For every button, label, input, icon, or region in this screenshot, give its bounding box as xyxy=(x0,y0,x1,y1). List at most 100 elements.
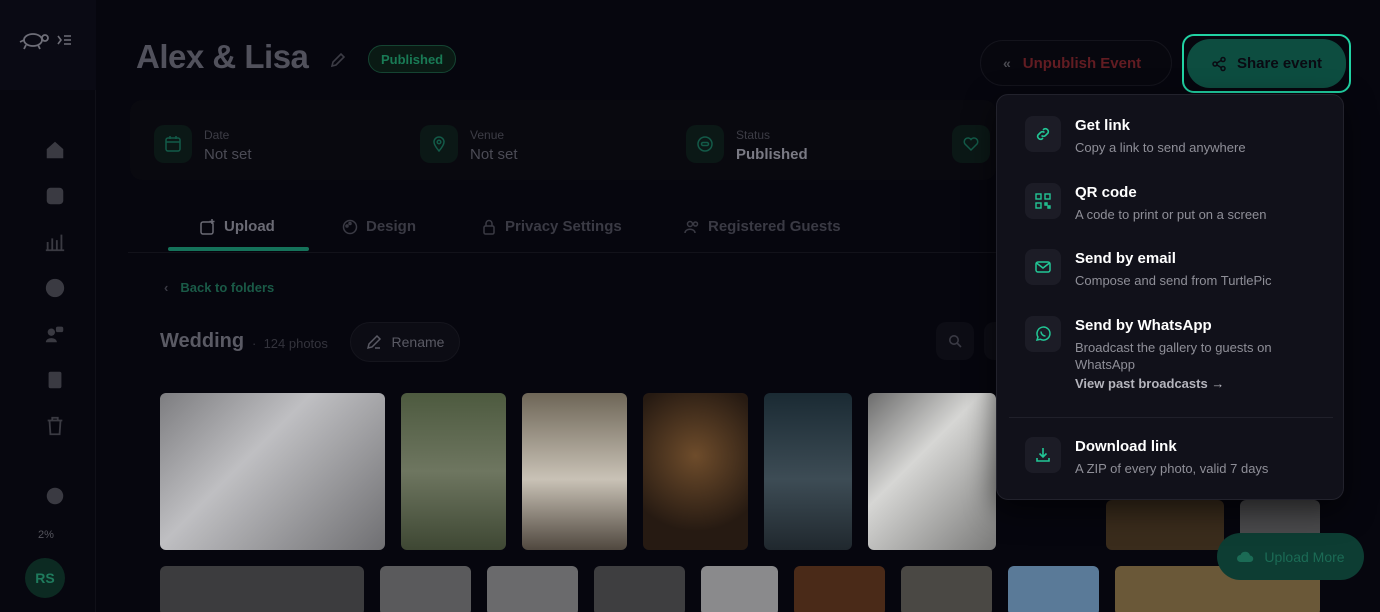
heart-icon xyxy=(952,125,990,163)
photo-thumbnail[interactable] xyxy=(160,393,385,550)
event-info-bar: Date Not set Venue Not set Status Publis… xyxy=(130,100,996,180)
palette-icon xyxy=(342,219,358,234)
info-venue[interactable]: Venue Not set xyxy=(420,125,518,163)
photo-count-text: 124 photos xyxy=(263,336,328,351)
whatsapp-icon xyxy=(1025,316,1061,352)
menu-item-title: Send by email xyxy=(1075,250,1176,267)
photo-thumbnail[interactable] xyxy=(701,566,778,612)
stats-icon[interactable] xyxy=(44,231,68,255)
folder-name: Wedding xyxy=(160,330,245,352)
share-menu: Get link Copy a link to send anywhere QR… xyxy=(996,94,1344,500)
share-event-label: Share event xyxy=(1236,55,1323,72)
share-menu-email[interactable]: Send by email Compose and send from Turt… xyxy=(1025,249,1305,289)
photo-thumbnail[interactable] xyxy=(401,393,506,550)
menu-item-title: QR code xyxy=(1075,184,1137,201)
photo-thumbnail[interactable] xyxy=(764,393,852,550)
tab-registered-guests[interactable]: Registered Guests xyxy=(684,218,841,235)
users-icon[interactable] xyxy=(44,323,68,347)
photo-thumbnail[interactable] xyxy=(901,566,992,612)
gallery-icon[interactable] xyxy=(44,185,68,209)
collapse-sidebar-icon[interactable] xyxy=(56,32,72,48)
user-avatar[interactable]: RS xyxy=(25,558,65,598)
photo-thumbnail[interactable] xyxy=(794,566,885,612)
trash-icon[interactable] xyxy=(44,415,68,439)
menu-item-title: Get link xyxy=(1075,117,1131,134)
share-icon xyxy=(1212,56,1226,71)
rename-folder-button[interactable]: Rename xyxy=(350,322,460,362)
lock-icon xyxy=(483,219,495,235)
info-date[interactable]: Date Not set xyxy=(154,125,252,163)
share-menu-download-link[interactable]: Download link A ZIP of every photo, vali… xyxy=(1025,437,1305,477)
status-label: Status xyxy=(736,128,771,142)
menu-item-desc: Broadcast the gallery to guests on Whats… xyxy=(1075,340,1272,372)
menu-item-desc: A code to print or put on a screen xyxy=(1075,207,1267,222)
status-icon xyxy=(686,125,724,163)
turtle-logo-icon[interactable] xyxy=(18,28,50,52)
share-event-button[interactable]: Share event xyxy=(1187,39,1346,88)
location-pin-icon xyxy=(420,125,458,163)
photo-thumbnail[interactable] xyxy=(522,393,627,550)
guests-icon xyxy=(684,220,699,233)
download-icon xyxy=(1025,437,1061,473)
menu-item-desc: Compose and send from TurtlePic xyxy=(1075,273,1272,288)
date-value: Not set xyxy=(204,146,252,163)
document-icon[interactable] xyxy=(44,369,68,393)
tabs-divider xyxy=(128,252,996,253)
photo-count: · 124 photos xyxy=(252,336,328,351)
event-title: Alex & Lisa xyxy=(136,38,309,75)
menu-item-title: Send by WhatsApp xyxy=(1075,317,1212,334)
mail-icon xyxy=(1025,249,1061,285)
tab-privacy-label: Privacy Settings xyxy=(505,218,622,235)
venue-value: Not set xyxy=(470,146,518,163)
photo-thumbnail[interactable] xyxy=(160,566,364,612)
sidebar: 2% RS xyxy=(0,0,96,612)
tab-design[interactable]: Design xyxy=(342,218,416,235)
tab-upload-label: Upload xyxy=(224,218,275,235)
tab-design-label: Design xyxy=(366,218,417,235)
photo-thumbnail[interactable] xyxy=(643,393,748,550)
edit-title-icon[interactable] xyxy=(329,51,347,69)
tab-privacy-settings[interactable]: Privacy Settings xyxy=(481,218,622,235)
photo-thumbnail[interactable] xyxy=(868,393,996,550)
menu-item-desc: Copy a link to send anywhere xyxy=(1075,140,1246,155)
settings-gear-icon[interactable] xyxy=(44,485,68,509)
upload-more-button[interactable]: Upload More xyxy=(1217,533,1364,580)
menu-item-desc: A ZIP of every photo, valid 7 days xyxy=(1075,461,1269,476)
share-menu-get-link[interactable]: Get link Copy a link to send anywhere xyxy=(1025,116,1305,156)
search-icon xyxy=(949,335,962,348)
chevron-left-icon: ‹ xyxy=(164,280,169,295)
photo-thumbnail[interactable] xyxy=(380,566,471,612)
photo-thumbnail[interactable] xyxy=(594,566,685,612)
menu-divider xyxy=(1009,417,1333,418)
photo-thumbnail[interactable] xyxy=(1008,566,1099,612)
back-to-folders-link[interactable]: ‹ Back to folders xyxy=(164,280,274,295)
double-chevron-left-icon: « xyxy=(1003,55,1011,71)
unpublish-label: Unpublish Event xyxy=(1022,54,1142,72)
status-badge: Published xyxy=(368,45,457,73)
tab-guests-label: Registered Guests xyxy=(708,218,841,235)
view-past-broadcasts-link[interactable]: View past broadcasts → xyxy=(1075,376,1305,391)
rename-label: Rename xyxy=(391,334,445,350)
share-event-focus-ring: Share event xyxy=(1182,34,1351,93)
date-label: Date xyxy=(204,128,230,142)
storage-percentage: 2% xyxy=(38,529,54,541)
calendar-icon xyxy=(154,125,192,163)
star-icon[interactable] xyxy=(44,277,68,301)
photo-thumbnail[interactable] xyxy=(487,566,578,612)
share-menu-whatsapp[interactable]: Send by WhatsApp Broadcast the gallery t… xyxy=(1025,316,1305,391)
photo-thumbnail[interactable] xyxy=(1106,500,1224,550)
tab-upload[interactable]: Upload xyxy=(200,218,275,235)
info-status: Status Published xyxy=(686,125,808,163)
upload-image-icon xyxy=(200,218,215,235)
upload-more-label: Upload More xyxy=(1264,548,1345,565)
menu-item-title: Download link xyxy=(1075,438,1177,455)
unpublish-event-button[interactable]: « Unpublish Event xyxy=(980,40,1172,86)
active-tab-indicator xyxy=(168,247,309,251)
search-photos-button[interactable] xyxy=(936,322,974,360)
back-to-folders-label: Back to folders xyxy=(180,280,275,295)
link-icon xyxy=(1025,116,1061,152)
home-icon[interactable] xyxy=(44,139,68,163)
info-favorites[interactable] xyxy=(952,125,990,163)
venue-label: Venue xyxy=(470,128,505,142)
share-menu-qr-code[interactable]: QR code A code to print or put on a scre… xyxy=(1025,183,1305,223)
